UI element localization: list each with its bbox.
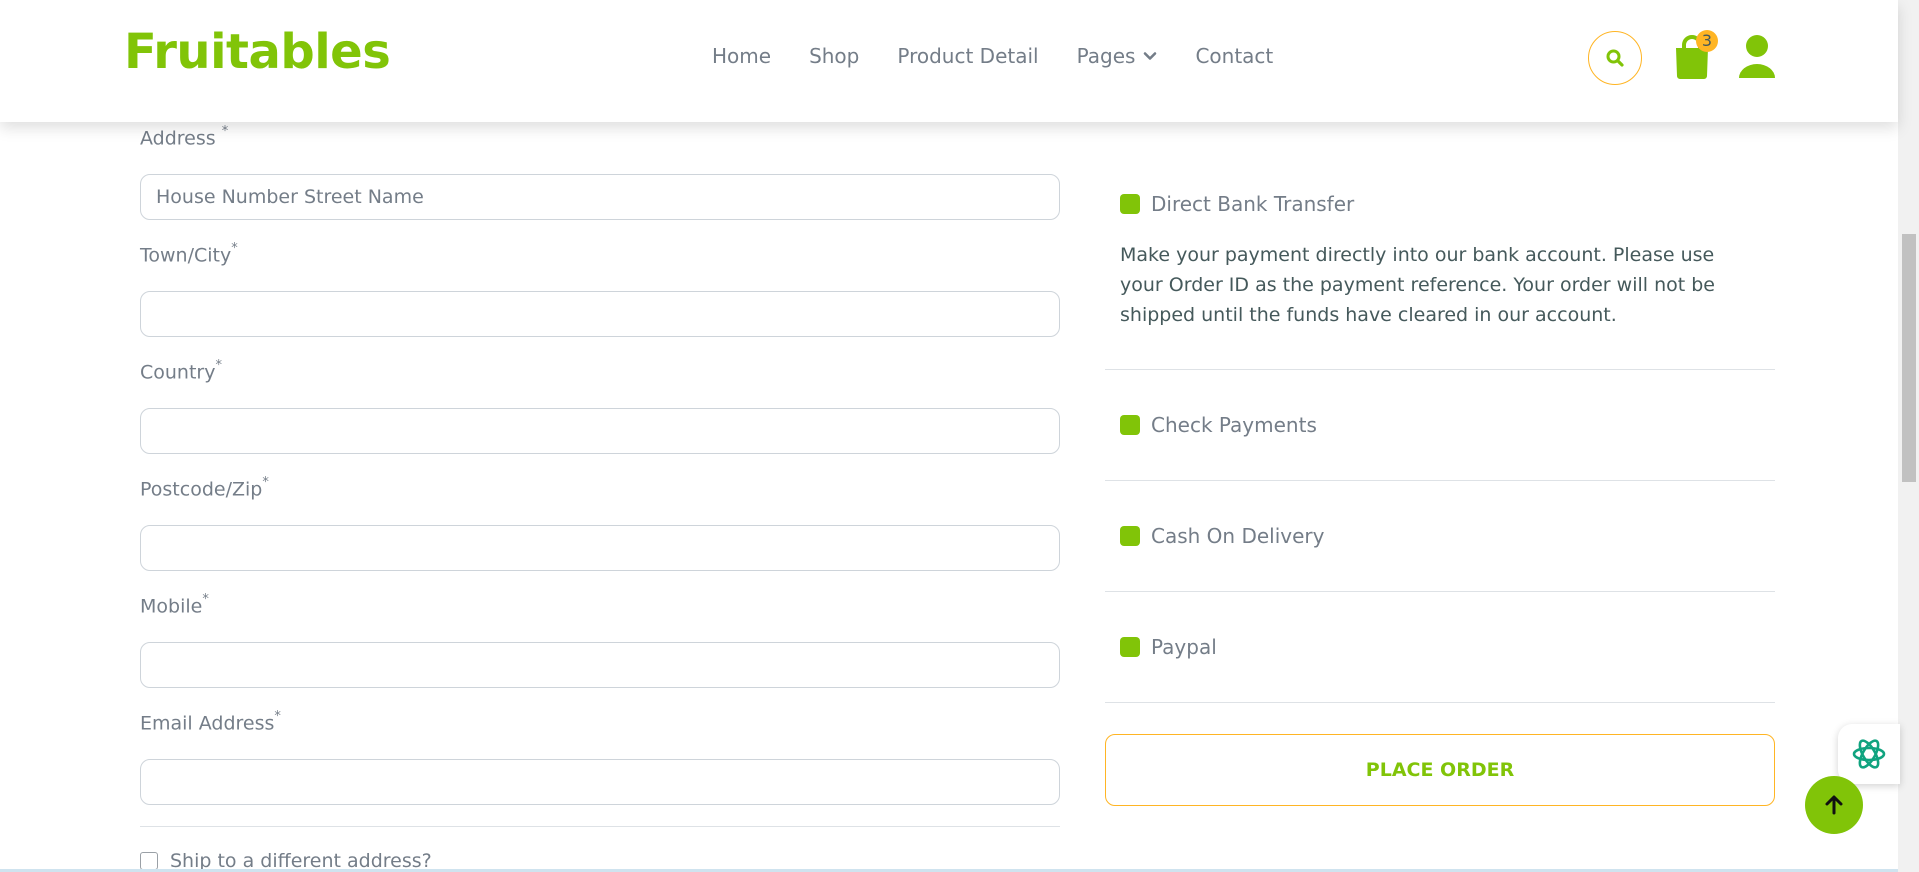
bank-transfer-description: Make your payment directly into our bank…: [1120, 244, 1715, 326]
cart-button[interactable]: 3: [1672, 30, 1718, 80]
required-mark: *: [215, 358, 222, 373]
payment-option-cod[interactable]: Cash On Delivery: [1120, 524, 1324, 548]
site-header: Fruitables Home Shop Product Detail Page…: [0, 0, 1898, 122]
payment-divider: [1105, 591, 1775, 592]
required-mark: *: [231, 241, 238, 256]
payment-option-paypal[interactable]: Paypal: [1120, 635, 1217, 659]
postcode-label-text: Postcode/Zip: [140, 478, 263, 501]
mobile-label-text: Mobile: [140, 595, 203, 618]
assistant-icon: [1852, 739, 1886, 769]
payment-option-label: Cash On Delivery: [1151, 524, 1325, 548]
payment-checkbox[interactable]: [1120, 415, 1140, 435]
payment-checkbox[interactable]: [1120, 526, 1140, 546]
account-button[interactable]: [1738, 34, 1776, 80]
postcode-input[interactable]: [140, 525, 1060, 571]
nav-pages-dropdown[interactable]: Pages: [1077, 44, 1158, 68]
required-mark: *: [202, 592, 209, 607]
payment-option-bank-transfer[interactable]: Direct Bank Transfer: [1120, 192, 1354, 216]
payment-option-label: Check Payments: [1151, 413, 1317, 437]
town-label-text: Town/City: [140, 244, 232, 267]
cart-count-badge: 3: [1696, 30, 1718, 52]
mobile-input[interactable]: [140, 642, 1060, 688]
nav-contact-label: Contact: [1195, 44, 1274, 68]
nav-product-detail-label: Product Detail: [897, 44, 1039, 68]
payment-divider: [1105, 369, 1775, 370]
nav-product-detail[interactable]: Product Detail: [897, 44, 1038, 68]
country-label-text: Country: [140, 361, 216, 384]
form-divider: [140, 826, 1060, 827]
search-button[interactable]: [1588, 31, 1642, 85]
nav-shop-label: Shop: [809, 44, 860, 68]
brand-logo[interactable]: Fruitables: [124, 24, 391, 80]
town-input[interactable]: [140, 291, 1060, 337]
postcode-label: Postcode/Zip*: [140, 475, 269, 501]
ship-different-checkbox[interactable]: [140, 852, 158, 870]
main-nav: Home Shop Product Detail Pages Contact: [712, 44, 1311, 68]
required-mark: *: [274, 709, 281, 724]
arrow-up-icon: [1825, 795, 1843, 815]
scrollbar-thumb[interactable]: [1902, 234, 1916, 482]
email-label-text: Email Address: [140, 712, 275, 735]
nav-home[interactable]: Home: [712, 44, 771, 68]
payment-checkbox[interactable]: [1120, 637, 1140, 657]
search-icon: [1606, 49, 1624, 67]
address-label: Address *: [140, 124, 229, 150]
town-label: Town/City*: [140, 241, 238, 267]
payment-option-check[interactable]: Check Payments: [1120, 413, 1317, 437]
nav-pages-label: Pages: [1076, 44, 1136, 68]
payment-checkbox[interactable]: [1120, 194, 1140, 214]
nav-shop[interactable]: Shop: [809, 44, 859, 68]
email-label: Email Address*: [140, 709, 281, 735]
country-input[interactable]: [140, 408, 1060, 454]
nav-contact[interactable]: Contact: [1195, 44, 1273, 68]
mobile-label: Mobile*: [140, 592, 209, 618]
address-input[interactable]: [140, 174, 1060, 220]
country-label: Country*: [140, 358, 222, 384]
user-icon: [1739, 35, 1775, 78]
required-mark: *: [221, 124, 229, 139]
payment-option-label: Paypal: [1151, 635, 1217, 659]
payment-divider: [1105, 480, 1775, 481]
payment-divider: [1105, 702, 1775, 703]
payment-option-label: Direct Bank Transfer: [1151, 192, 1355, 216]
required-mark: *: [262, 475, 269, 490]
back-to-top-button[interactable]: [1805, 776, 1863, 834]
chevron-down-icon: [1144, 52, 1157, 60]
assistant-widget-button[interactable]: [1838, 724, 1900, 784]
address-label-text: Address: [140, 127, 216, 150]
email-input[interactable]: [140, 759, 1060, 805]
place-order-button[interactable]: PLACE ORDER: [1105, 734, 1775, 806]
nav-home-label: Home: [712, 44, 772, 68]
